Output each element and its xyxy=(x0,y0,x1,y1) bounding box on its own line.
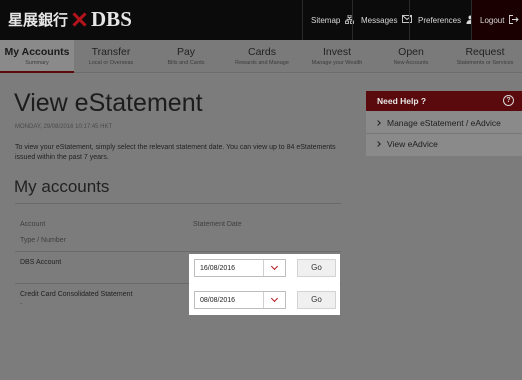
nav-subtitle: Bills and Cards xyxy=(167,60,205,66)
main-content: View eStatement MONDAY, 29/08/2016 10:17… xyxy=(0,74,522,380)
messages-label: Messages xyxy=(361,15,398,25)
column-header-type: Type / Number xyxy=(20,237,66,244)
nav-title: Request xyxy=(465,46,505,58)
logout-label: Logout xyxy=(480,15,505,25)
nav-title: Invest xyxy=(322,46,351,58)
nav-title: Pay xyxy=(176,46,196,58)
nav-cards[interactable]: Cards Rewards and Manage xyxy=(224,40,300,73)
nav-title: Open xyxy=(398,46,424,58)
nav-subtitle: New Accounts xyxy=(393,60,429,66)
nav-title: Transfer xyxy=(91,46,131,58)
table-divider xyxy=(15,251,341,252)
column-header-statement-date: Statement Date xyxy=(193,221,242,228)
dbs-star-icon xyxy=(71,11,88,28)
logout-link[interactable]: Logout xyxy=(471,0,522,40)
sitemap-link[interactable]: Sitemap xyxy=(302,0,355,40)
chevron-right-icon xyxy=(375,141,381,147)
help-link-manage-estatement[interactable]: Manage eStatement / eAdvice xyxy=(375,118,501,128)
nav-request[interactable]: Request Statements or Services xyxy=(448,40,522,73)
nav-subtitle: Local or Overseas xyxy=(88,60,134,66)
section-divider xyxy=(15,203,341,204)
logout-icon xyxy=(509,14,520,26)
page-title: View eStatement xyxy=(14,89,203,117)
logo-english-text: DBS xyxy=(91,7,132,31)
account-number: - xyxy=(20,301,23,308)
nav-subtitle: Manage your Wealth xyxy=(311,60,363,66)
account-name: DBS Account xyxy=(20,259,62,266)
nav-open[interactable]: Open New Accounts xyxy=(374,40,448,73)
statement-date-panel: 16/08/2016 Go 08/08/2016 Go xyxy=(189,254,340,315)
nav-subtitle: Rewards and Manage xyxy=(235,60,289,66)
intro-text: To view your eStatement, simply select t… xyxy=(15,144,336,161)
chevron-right-icon xyxy=(375,120,381,126)
nav-transfer[interactable]: Transfer Local or Overseas xyxy=(74,40,148,73)
nav-subtitle: Summary xyxy=(25,60,49,66)
need-help-panel: Need Help ? ? Manage eStatement / eAdvic… xyxy=(366,91,522,156)
nav-pay[interactable]: Pay Bills and Cards xyxy=(148,40,224,73)
selected-date: 08/08/2016 xyxy=(200,297,236,304)
preferences-link[interactable]: Preferences xyxy=(409,0,475,40)
need-help-title: Need Help ? xyxy=(377,96,427,106)
dbs-logo[interactable]: 星展銀行 DBS xyxy=(8,7,132,32)
question-circle-icon[interactable]: ? xyxy=(503,95,514,106)
selected-date: 16/08/2016 xyxy=(200,265,236,272)
sitemap-label: Sitemap xyxy=(311,15,341,25)
statement-date-select[interactable]: 16/08/2016 xyxy=(194,259,286,277)
column-header-account: Account xyxy=(20,221,46,228)
account-name: Credit Card Consolidated Statement xyxy=(20,291,133,298)
chevron-down-icon[interactable] xyxy=(263,292,285,308)
chevron-down-icon[interactable] xyxy=(263,260,285,276)
help-link-label: Manage eStatement / eAdvice xyxy=(387,118,501,128)
nav-title: Cards xyxy=(247,46,276,58)
top-bar: 星展銀行 DBS Sitemap Messages Preferences Lo… xyxy=(0,0,522,40)
nav-invest[interactable]: Invest Manage your Wealth xyxy=(300,40,374,73)
date-time-stamp: MONDAY, 29/08/2016 10:17:45 HKT xyxy=(15,124,113,130)
need-help-header: Need Help ? xyxy=(366,91,522,111)
main-nav: My Accounts Summary Transfer Local or Ov… xyxy=(0,40,522,73)
help-link-label: View eAdvice xyxy=(387,139,438,149)
help-divider xyxy=(366,133,522,134)
nav-subtitle: Statements or Services xyxy=(456,60,514,66)
logo-chinese-text: 星展銀行 xyxy=(8,11,69,29)
preferences-label: Preferences xyxy=(418,15,462,25)
statement-date-select[interactable]: 08/08/2016 xyxy=(194,291,286,309)
go-button[interactable]: Go xyxy=(297,259,336,277)
go-button[interactable]: Go xyxy=(297,291,336,309)
help-link-view-eadvice[interactable]: View eAdvice xyxy=(375,139,438,149)
nav-my-accounts[interactable]: My Accounts Summary xyxy=(0,40,74,73)
nav-title: My Accounts xyxy=(4,46,70,58)
messages-link[interactable]: Messages xyxy=(352,0,413,40)
section-title: My accounts xyxy=(14,177,110,196)
